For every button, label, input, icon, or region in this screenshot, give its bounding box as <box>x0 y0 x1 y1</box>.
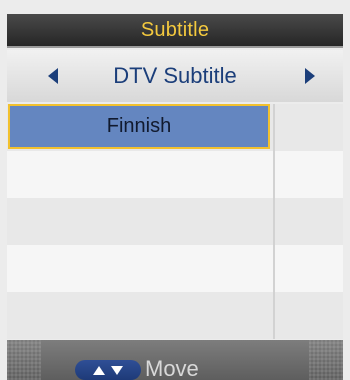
row-divider <box>273 151 275 198</box>
subtitle-language-list: Finnish <box>7 104 343 340</box>
dtv-subtitle-selector[interactable]: DTV Subtitle <box>7 50 343 102</box>
list-row-1[interactable]: Finnish <box>7 104 343 151</box>
footer-bar: Move <box>7 340 343 380</box>
subtitle-menu: Subtitle DTV Subtitle Finnish Move <box>0 0 350 380</box>
list-row-5[interactable] <box>7 292 343 339</box>
right-arrow-icon[interactable] <box>305 68 315 84</box>
row-divider <box>273 104 275 151</box>
list-row-2[interactable] <box>7 151 343 198</box>
selected-list-item[interactable]: Finnish <box>8 104 270 149</box>
move-key <box>75 360 141 380</box>
menu-title: Subtitle <box>140 18 210 41</box>
list-row-3[interactable] <box>7 198 343 245</box>
footer-pattern-left <box>7 340 41 380</box>
row-divider <box>273 292 275 339</box>
title-bar: Subtitle <box>7 14 343 48</box>
move-label: Move <box>145 356 199 380</box>
footer-pattern-right <box>309 340 343 380</box>
row-divider <box>273 245 275 292</box>
left-arrow-icon[interactable] <box>48 68 58 84</box>
up-arrow-icon <box>93 365 105 375</box>
down-arrow-icon <box>111 365 123 375</box>
row-divider <box>273 198 275 245</box>
list-row-4[interactable] <box>7 245 343 292</box>
selector-value: DTV Subtitle <box>113 63 237 88</box>
list-item-label: Finnish <box>106 115 172 137</box>
